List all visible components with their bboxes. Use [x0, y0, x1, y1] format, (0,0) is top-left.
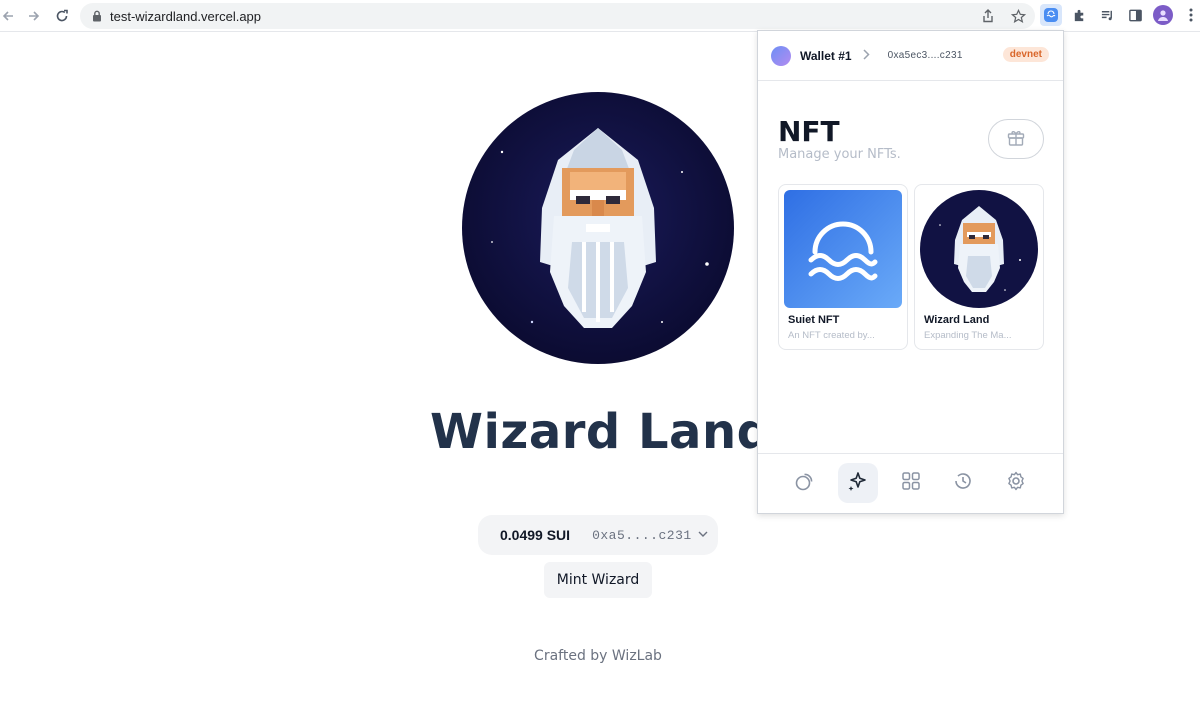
reload-icon[interactable]	[50, 4, 74, 28]
wallet-address: 0xa5....c231	[592, 527, 692, 543]
wallet-balance: 0.0499 SUI	[500, 527, 571, 543]
wizard-nft-image	[920, 190, 1038, 308]
url-text[interactable]: test-wizardland.vercel.app	[110, 9, 261, 24]
share-icon[interactable]	[979, 7, 997, 25]
wallet-extension-popup: Wallet #1 0xa5ec3....c231 devnet NFT Man…	[757, 30, 1064, 514]
chevron-down-icon[interactable]	[698, 529, 708, 541]
tab-nft[interactable]	[838, 463, 878, 503]
media-icon[interactable]	[1096, 4, 1118, 26]
forward-icon[interactable]	[22, 4, 46, 28]
profile-icon[interactable]	[1152, 4, 1174, 26]
popup-header: Wallet #1 0xa5ec3....c231 devnet	[758, 31, 1063, 81]
chevron-right-icon[interactable]	[862, 48, 870, 63]
apps-icon	[901, 471, 921, 496]
coins-icon	[794, 470, 816, 497]
nft-card[interactable]: Wizard Land Expanding The Ma...	[914, 184, 1044, 350]
nft-card[interactable]: Suiet NFT An NFT created by...	[778, 184, 908, 350]
section-subtitle: Manage your NFTs.	[778, 147, 901, 162]
back-icon[interactable]	[0, 4, 20, 28]
nft-name: Suiet NFT	[788, 314, 840, 326]
wallet-connect-pill[interactable]: 0.0499 SUI 0xa5....c231	[478, 515, 718, 555]
section-title: NFT	[778, 115, 840, 148]
popup-tab-bar	[758, 453, 1063, 513]
nft-description: An NFT created by...	[788, 330, 875, 341]
mint-wizard-button[interactable]: Mint Wizard	[544, 562, 652, 598]
address-bar[interactable]: test-wizardland.vercel.app	[80, 3, 1035, 29]
wizard-hero-image	[462, 92, 734, 364]
suiet-nft-image	[784, 190, 902, 308]
tab-settings[interactable]	[996, 463, 1036, 503]
popup-wallet-address[interactable]: 0xa5ec3....c231	[888, 50, 963, 61]
star-icon[interactable]	[1009, 7, 1027, 25]
nft-description: Expanding The Ma...	[924, 330, 1012, 341]
sparkle-icon	[847, 470, 869, 497]
tab-coins[interactable]	[785, 463, 825, 503]
history-icon	[952, 470, 974, 497]
side-panel-icon[interactable]	[1124, 4, 1146, 26]
suiet-extension-icon[interactable]	[1040, 4, 1062, 26]
browser-toolbar: test-wizardland.vercel.app	[0, 0, 1200, 32]
gift-button[interactable]	[988, 119, 1044, 159]
puzzle-icon[interactable]	[1068, 4, 1090, 26]
settings-icon	[1005, 470, 1027, 497]
wallet-avatar[interactable]	[771, 45, 791, 66]
footer-credit: Crafted by WizLab	[534, 648, 662, 664]
nft-name: Wizard Land	[924, 314, 990, 326]
wallet-name[interactable]: Wallet #1	[800, 49, 852, 63]
gift-icon	[1006, 127, 1026, 152]
tab-apps[interactable]	[891, 463, 931, 503]
tab-history[interactable]	[943, 463, 983, 503]
lock-icon[interactable]	[90, 9, 104, 23]
network-badge[interactable]: devnet	[1002, 47, 1049, 62]
menu-icon[interactable]	[1180, 4, 1200, 26]
